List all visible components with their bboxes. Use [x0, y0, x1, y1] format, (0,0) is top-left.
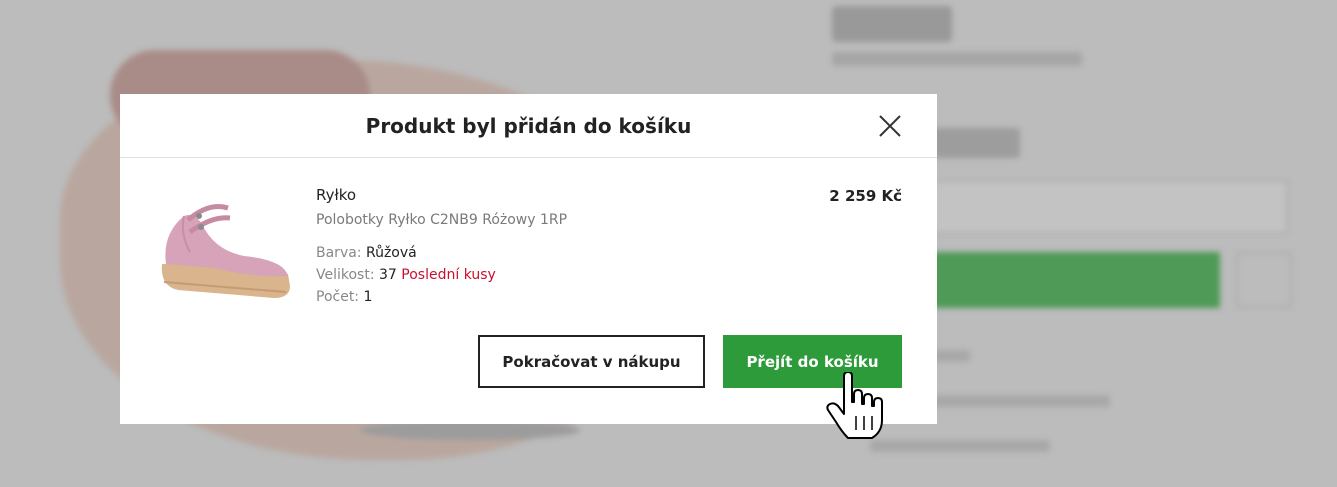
product-info: Ryłko Polobotky Ryłko C2NB9 Różowy 1RP B…: [316, 186, 567, 308]
close-icon: [879, 115, 901, 137]
size-label: Velikost:: [316, 267, 375, 283]
product-color: Barva: Růžová: [316, 242, 567, 264]
quantity-value: 1: [363, 289, 373, 305]
modal-title: Produkt byl přidán do košíku: [365, 113, 692, 138]
background-price: [930, 128, 1020, 158]
stock-warning: Poslední kusy: [401, 267, 496, 283]
background-wishlist-button: [1236, 252, 1292, 308]
added-to-cart-modal: Produkt byl přidán do košíku Ryłko Polob…: [120, 94, 937, 424]
color-label: Barva:: [316, 245, 362, 261]
quantity-label: Počet:: [316, 289, 360, 305]
close-button[interactable]: [876, 112, 904, 140]
product-quantity: Počet: 1: [316, 286, 567, 308]
product-brand: Ryłko: [316, 186, 357, 204]
product-image: [161, 204, 290, 298]
product-name: Polobotky Ryłko C2NB9 Różowy 1RP: [316, 212, 568, 228]
modal-header: Produkt byl přidán do košíku: [120, 94, 937, 158]
size-value: 37: [379, 267, 397, 283]
color-value: Růžová: [365, 245, 417, 261]
continue-shopping-button[interactable]: Pokračovat v nákupu: [478, 335, 705, 388]
background-subtitle: [832, 52, 1082, 66]
product-price: 2 259 Kč: [829, 187, 902, 205]
product-size: Velikost: 37 Poslední kusy: [316, 264, 567, 286]
background-title: [832, 6, 952, 42]
background-info-line: [870, 440, 1050, 452]
hand-pointer-cursor-icon: [826, 372, 883, 439]
